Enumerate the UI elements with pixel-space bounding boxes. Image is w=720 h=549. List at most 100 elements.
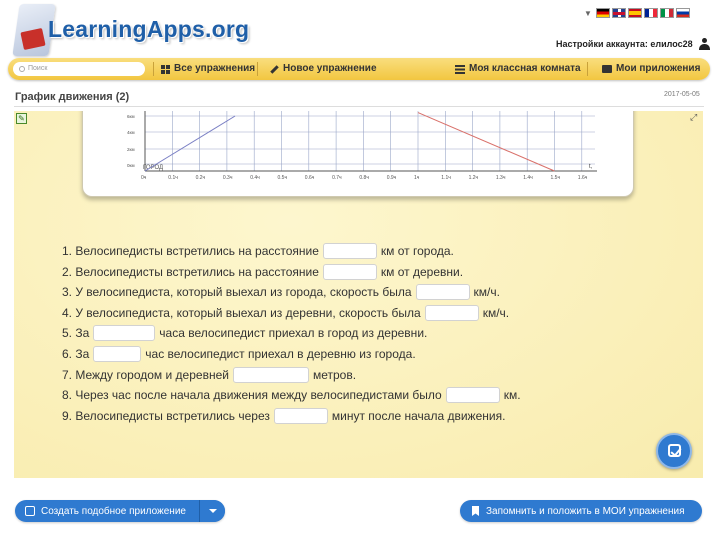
question-text: 6. За bbox=[62, 347, 90, 361]
page-date: 2017-05-05 bbox=[664, 91, 700, 98]
question-row: 2. Велосипедисты встретились на расстоян… bbox=[62, 263, 464, 280]
chart-x-tick-label: 0.9ч bbox=[387, 175, 397, 181]
app-area: ✎ ⤢ 6км 4км 2км 0км 0ч 0.1ч 0.2ч 0.3ч 0.4ч 0.5ч 0.… bbox=[14, 111, 703, 478]
search-input[interactable]: Поиск bbox=[13, 62, 145, 76]
check-answers-button[interactable] bbox=[656, 433, 692, 469]
chart-x-tick-label: 0.8ч bbox=[359, 175, 369, 181]
nav-new-exercise[interactable]: Новое упражнение bbox=[270, 58, 377, 80]
question-suffix: км/ч. bbox=[482, 305, 510, 320]
chart-series-line bbox=[417, 112, 555, 172]
chart-x-tick-label: 0.7ч bbox=[332, 175, 342, 181]
create-options-dropdown[interactable] bbox=[199, 500, 225, 522]
chart-y-tick-label: 6км bbox=[127, 114, 135, 119]
chart-x-tick-label: 0ч bbox=[141, 175, 147, 181]
question-row: 9. Велосипедисты встретились через минут … bbox=[62, 407, 506, 424]
fullscreen-icon[interactable]: ⤢ bbox=[690, 113, 699, 122]
flag-de-icon[interactable] bbox=[595, 8, 610, 18]
chart-x-tick-label: 1.4ч bbox=[523, 175, 533, 181]
answer-input[interactable] bbox=[93, 346, 142, 362]
chart-y-tick-label: 2км bbox=[127, 147, 135, 152]
answer-input[interactable] bbox=[93, 325, 156, 342]
question-row: 1. Велосипедисты встретились на расстоян… bbox=[62, 243, 454, 259]
chart-y-tick-label: 4км bbox=[127, 130, 135, 135]
chart-x-tick-label: 0.3ч bbox=[223, 175, 233, 181]
question-suffix: метров. bbox=[312, 367, 357, 382]
language-selector[interactable]: ▼ bbox=[584, 8, 690, 18]
nav-divider bbox=[257, 62, 258, 76]
chart-x-tick-label: 1.3ч bbox=[496, 175, 506, 181]
question-text: 8. Через час после начала движения между… bbox=[62, 388, 442, 403]
chart-x-tick-label: 1.5ч bbox=[551, 175, 561, 181]
question-text: 1. Велосипедисты встретились на расстоян… bbox=[62, 244, 319, 258]
question-suffix: км/ч. bbox=[473, 285, 500, 300]
learningapps-logo[interactable]: LearningApps.org bbox=[12, 2, 250, 60]
account-label[interactable]: Настройки аккаунта: елилос28 bbox=[556, 39, 693, 49]
question-suffix: км от деревни. bbox=[380, 264, 464, 279]
question-text: 2. Велосипедисты встретились на расстоян… bbox=[62, 264, 319, 279]
flag-en-icon[interactable] bbox=[611, 8, 626, 18]
question-row: 3. У велосипедиста, который выехал из го… bbox=[62, 284, 500, 301]
answer-input[interactable] bbox=[273, 407, 328, 424]
flag-es-icon[interactable] bbox=[627, 8, 642, 18]
save-to-my-exercises-button[interactable]: Запомнить и положить в МОИ упражнения bbox=[460, 500, 702, 522]
chart-x-tick-label: 1.1ч bbox=[441, 175, 451, 181]
answer-input[interactable] bbox=[232, 366, 309, 383]
flag-it-icon[interactable] bbox=[659, 8, 674, 18]
account-settings-link[interactable]: Настройки аккаунта: елилос28 bbox=[556, 38, 710, 50]
answer-input[interactable] bbox=[445, 387, 500, 404]
chart-x-tick-label: 0.2ч bbox=[196, 175, 206, 181]
page-title: График движения (2) bbox=[15, 91, 130, 103]
nav-divider bbox=[587, 62, 588, 76]
nav-my-apps-label: Мои приложения bbox=[616, 63, 701, 74]
question-text: 5. За bbox=[62, 326, 90, 341]
question-suffix: км от города. bbox=[380, 244, 454, 258]
question-row: 6. За час велосипедист приехал в деревню … bbox=[62, 346, 416, 362]
create-similar-app-button[interactable]: Создать подобное приложение bbox=[15, 500, 225, 522]
chart-x-axis-label: t, bbox=[589, 164, 593, 170]
question-text: 9. Велосипедисты встретились через bbox=[62, 408, 270, 423]
answer-input[interactable] bbox=[415, 284, 470, 301]
question-row: 4. У велосипедиста, который выехал из де… bbox=[62, 304, 510, 321]
check-icon bbox=[668, 444, 681, 457]
nav-divider bbox=[153, 62, 154, 76]
answer-input[interactable] bbox=[424, 304, 479, 321]
caret-down-icon bbox=[209, 509, 217, 513]
question-text: 3. У велосипедиста, который выехал из го… bbox=[62, 285, 412, 300]
search-icon bbox=[19, 66, 25, 72]
question-text: 7. Между городом и деревней bbox=[62, 367, 229, 382]
search-placeholder: Поиск bbox=[28, 65, 48, 72]
pencil-icon bbox=[270, 64, 279, 74]
page-root: LearningApps.org ▼ Настройки аккаунта: е… bbox=[0, 0, 720, 549]
title-divider bbox=[14, 106, 704, 107]
chart-x-tick-label: 1.2ч bbox=[469, 175, 479, 181]
list-icon bbox=[455, 64, 465, 74]
chart-x-tick-label: 0.4ч bbox=[250, 175, 260, 181]
chart-y-tick-label: 0км bbox=[127, 163, 135, 168]
save-to-mine-label: Запомнить и положить в МОИ упражнения bbox=[486, 505, 685, 517]
edit-icon bbox=[25, 506, 35, 516]
create-similar-label: Создать подобное приложение bbox=[41, 505, 186, 517]
main-navbar: Поиск Все упражнения Новое упражнение Мо… bbox=[8, 58, 710, 80]
edit-app-icon[interactable]: ✎ bbox=[16, 113, 27, 124]
flag-ru-icon[interactable] bbox=[675, 8, 690, 18]
answer-input[interactable] bbox=[322, 243, 377, 259]
answer-input[interactable] bbox=[322, 263, 377, 280]
flag-fr-icon[interactable] bbox=[643, 8, 658, 18]
nav-new-exercise-label: Новое упражнение bbox=[283, 63, 377, 74]
nav-all-exercises-label: Все упражнения bbox=[174, 63, 256, 74]
logo-text: LearningApps.org bbox=[48, 16, 250, 42]
question-suffix: км. bbox=[503, 388, 521, 403]
question-suffix: часа велосипедист приехал в город из дер… bbox=[159, 326, 428, 341]
nav-my-classroom[interactable]: Моя классная комната bbox=[455, 58, 581, 80]
chart-x-tick-label: 1ч bbox=[414, 175, 420, 181]
chart-x-tick-label: 0.1ч bbox=[168, 175, 178, 181]
motion-chart: 6км 4км 2км 0км 0ч 0.1ч 0.2ч 0.3ч 0.4ч 0.5ч 0.6ч 0.… bbox=[82, 111, 634, 197]
question-row: 8. Через час после начала движения между… bbox=[62, 387, 521, 404]
nav-my-apps[interactable]: Мои приложения bbox=[602, 58, 700, 80]
user-icon[interactable] bbox=[698, 38, 710, 50]
chart-svg: 6км 4км 2км 0км 0ч 0.1ч 0.2ч 0.3ч 0.4ч 0.5ч 0.6ч 0.… bbox=[127, 111, 597, 181]
grid-icon bbox=[161, 64, 170, 74]
question-suffix: минут после начала движения. bbox=[331, 408, 506, 423]
nav-all-exercises[interactable]: Все упражнения bbox=[161, 58, 255, 80]
chevron-down-icon[interactable]: ▼ bbox=[584, 9, 592, 18]
